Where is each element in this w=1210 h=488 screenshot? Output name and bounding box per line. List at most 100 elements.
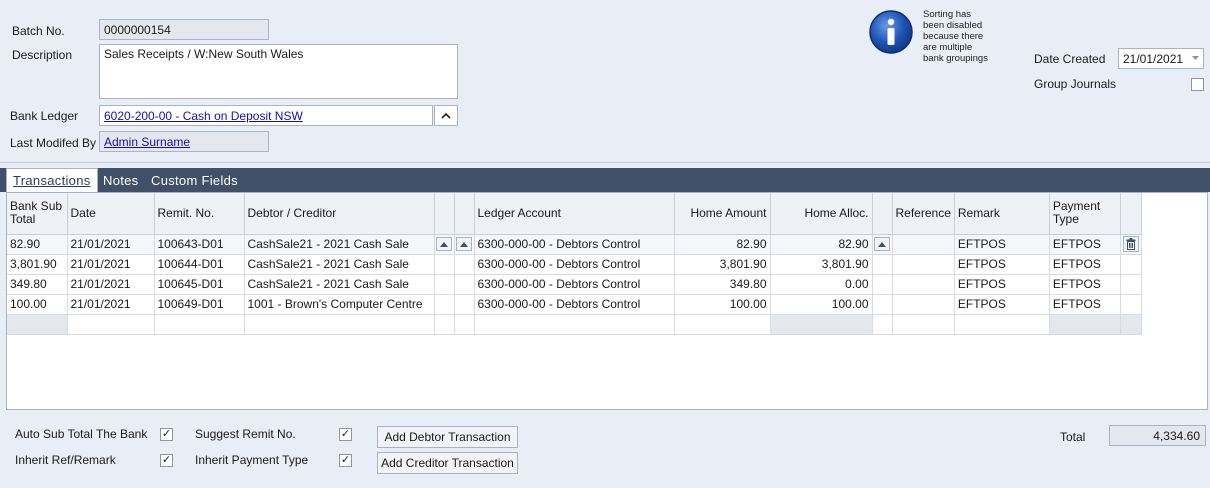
chevron-down-icon[interactable]	[1192, 56, 1199, 61]
last-modified-label: Last Modifed By	[10, 136, 97, 150]
cell-blank[interactable]	[954, 314, 1050, 335]
bank-ledger-expand-button[interactable]	[434, 105, 458, 126]
cell-blank[interactable]	[67, 314, 155, 335]
cell-blank[interactable]	[892, 314, 955, 335]
col-header-ledger-account[interactable]: Ledger Account	[474, 193, 675, 235]
add-creditor-transaction-button[interactable]: Add Creditor Transaction	[377, 452, 518, 474]
cell-alloc-lookup[interactable]	[872, 234, 893, 255]
tab-transactions[interactable]: Transactions	[6, 168, 98, 192]
cell-reference[interactable]	[892, 234, 955, 255]
description-field[interactable]: Sales Receipts / W:New South Wales	[99, 44, 458, 99]
col-header-reference[interactable]: Reference	[892, 193, 955, 235]
col-header-remark[interactable]: Remark	[954, 193, 1050, 235]
tab-custom-fields[interactable]: Custom Fields	[145, 168, 244, 192]
cell-debtor[interactable]: CashSale21 - 2021 Cash Sale	[244, 234, 435, 255]
cell-remit[interactable]: 100644-D01	[154, 254, 245, 275]
cell-remark[interactable]: EFTPOS	[954, 294, 1050, 315]
cell-date[interactable]: 21/01/2021	[67, 254, 155, 275]
debtor-lookup-button[interactable]	[435, 237, 452, 252]
bank-ledger-link[interactable]: 6020-200-00 - Cash on Deposit NSW	[104, 109, 303, 123]
tab-notes[interactable]: Notes	[97, 168, 144, 192]
cell-remark[interactable]: EFTPOS	[954, 234, 1050, 255]
triangle-up-icon	[877, 241, 886, 247]
col-header-remit-no[interactable]: Remit. No.	[154, 193, 245, 235]
cell-date[interactable]: 21/01/2021	[67, 274, 155, 295]
cell-home-amount[interactable]: 82.90	[674, 234, 771, 255]
transactions-grid[interactable]: Bank Sub Total Date Remit. No. Debtor / …	[6, 192, 1208, 410]
cell-remark[interactable]: EFTPOS	[954, 274, 1050, 295]
cell-ledger[interactable]: 6300-000-00 - Debtors Control	[474, 234, 675, 255]
cell-home-alloc[interactable]: 82.90	[770, 234, 873, 255]
cell-reference[interactable]	[892, 254, 955, 275]
batch-header-panel: Batch No. 0000000154 Description Sales R…	[0, 0, 1210, 163]
cell-home-amount[interactable]: 349.80	[674, 274, 771, 295]
new-entry-row[interactable]	[7, 314, 1142, 335]
add-debtor-transaction-button[interactable]: Add Debtor Transaction	[377, 426, 518, 448]
cell-ledger[interactable]: 6300-000-00 - Debtors Control	[474, 294, 675, 315]
cell-blank[interactable]	[674, 314, 771, 335]
delete-row-button[interactable]	[1122, 236, 1139, 252]
cell-payment-type[interactable]: EFTPOS	[1049, 274, 1121, 295]
alloc-lookup-button[interactable]	[873, 237, 890, 252]
inherit-payment-type-checkbox[interactable]: ✓	[339, 454, 352, 467]
col-header-bank-sub-total[interactable]: Bank Sub Total	[7, 193, 68, 235]
transactions-table: Bank Sub Total Date Remit. No. Debtor / …	[7, 193, 1142, 335]
cell-remit[interactable]: 100645-D01	[154, 274, 245, 295]
cell-remark[interactable]: EFTPOS	[954, 254, 1050, 275]
cell-debtor[interactable]: CashSale21 - 2021 Cash Sale	[244, 274, 435, 295]
suggest-remit-checkbox[interactable]: ✓	[339, 428, 352, 441]
cell-blank	[1120, 254, 1142, 275]
cell-delete[interactable]	[1120, 234, 1142, 255]
cell-remit[interactable]: 100649-D01	[154, 294, 245, 315]
table-row[interactable]: 349.80 21/01/2021 100645-D01 CashSale21 …	[7, 274, 1142, 295]
cell-home-alloc[interactable]: 0.00	[770, 274, 873, 295]
last-modified-link[interactable]: Admin Surname	[104, 135, 190, 149]
cell-blank	[454, 314, 475, 335]
auto-sub-total-checkbox[interactable]: ✓	[160, 428, 173, 441]
cell-sub-total[interactable]: 82.90	[7, 234, 68, 255]
table-row[interactable]: 82.90 21/01/2021 100643-D01 CashSale21 -…	[7, 234, 1142, 255]
cell-blank	[1120, 294, 1142, 315]
col-header-debtor-creditor[interactable]: Debtor / Creditor	[244, 193, 435, 235]
cell-blank[interactable]	[154, 314, 245, 335]
cell-payment-type[interactable]: EFTPOS	[1049, 254, 1121, 275]
date-created-field[interactable]: 21/01/2021	[1118, 48, 1204, 69]
col-header-date[interactable]: Date	[67, 193, 155, 235]
cell-payment-type[interactable]: EFTPOS	[1049, 294, 1121, 315]
cell-debtor[interactable]: CashSale21 - 2021 Cash Sale	[244, 254, 435, 275]
group-journals-checkbox[interactable]	[1191, 78, 1204, 91]
col-header-payment-type[interactable]: Payment Type	[1049, 193, 1121, 235]
cell-remit[interactable]: 100643-D01	[154, 234, 245, 255]
col-header-home-amount[interactable]: Home Amount	[674, 193, 771, 235]
cell-blank[interactable]	[474, 314, 675, 335]
cell-sub-total[interactable]: 3,801.90	[7, 254, 68, 275]
cell-blank[interactable]	[244, 314, 435, 335]
inherit-ref-remark-checkbox[interactable]: ✓	[160, 454, 173, 467]
cell-home-amount[interactable]: 3,801.90	[674, 254, 771, 275]
col-header-blank-4	[1120, 193, 1142, 235]
cell-date[interactable]: 21/01/2021	[67, 234, 155, 255]
cell-home-amount[interactable]: 100.00	[674, 294, 771, 315]
cell-blank	[1120, 274, 1142, 295]
table-row[interactable]: 100.00 21/01/2021 100649-D01 1001 - Brow…	[7, 294, 1142, 315]
cell-date[interactable]: 21/01/2021	[67, 294, 155, 315]
cell-sub-total[interactable]: 349.80	[7, 274, 68, 295]
cell-home-alloc[interactable]: 3,801.90	[770, 254, 873, 275]
cell-blank	[872, 294, 893, 315]
cell-reference[interactable]	[892, 294, 955, 315]
ledger-lookup-button[interactable]	[455, 237, 472, 252]
cell-debtor-lookup[interactable]	[434, 234, 455, 255]
bank-ledger-field[interactable]: 6020-200-00 - Cash on Deposit NSW	[99, 105, 433, 126]
table-row[interactable]: 3,801.90 21/01/2021 100644-D01 CashSale2…	[7, 254, 1142, 275]
trash-icon	[1126, 238, 1136, 250]
col-header-home-alloc[interactable]: Home Alloc.	[770, 193, 873, 235]
cell-reference[interactable]	[892, 274, 955, 295]
cell-ledger[interactable]: 6300-000-00 - Debtors Control	[474, 274, 675, 295]
cell-sub-total[interactable]: 100.00	[7, 294, 68, 315]
cell-ledger-lookup[interactable]	[454, 234, 475, 255]
cell-debtor[interactable]: 1001 - Brown's Computer Centre	[244, 294, 435, 315]
cell-ledger[interactable]: 6300-000-00 - Debtors Control	[474, 254, 675, 275]
cell-home-alloc[interactable]: 100.00	[770, 294, 873, 315]
batch-no-field: 0000000154	[99, 19, 269, 40]
cell-payment-type[interactable]: EFTPOS	[1049, 234, 1121, 255]
